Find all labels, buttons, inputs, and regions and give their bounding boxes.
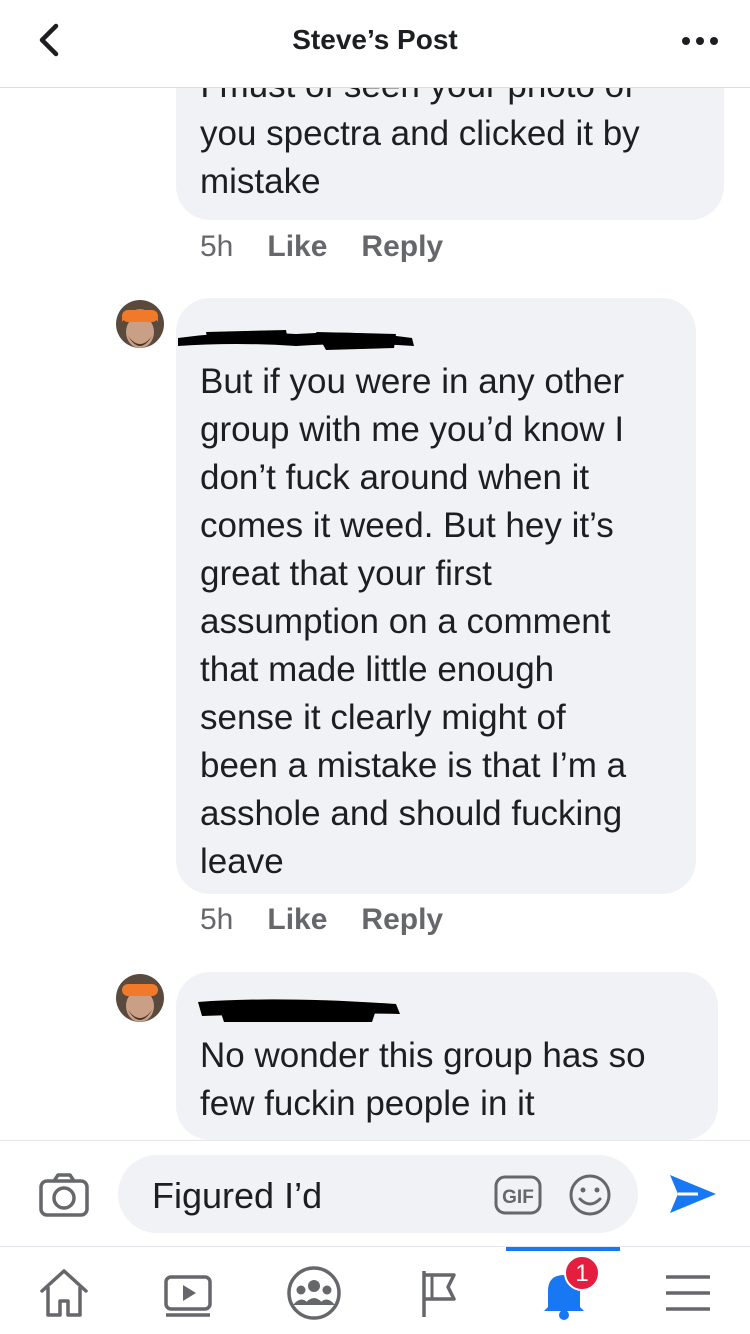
notification-badge: 1	[564, 1255, 600, 1291]
page-title: Steve’s Post	[292, 24, 458, 55]
comment-time: 5h	[200, 230, 234, 263]
gif-icon[interactable]: GIF	[494, 1175, 542, 1215]
comment-input[interactable]: Figured I’d GIF	[118, 1155, 638, 1233]
comment-input-value: Figured I’d	[152, 1175, 323, 1216]
send-icon[interactable]	[668, 1171, 718, 1217]
home-icon[interactable]	[34, 1265, 94, 1321]
comment-actions: 5h Like Reply	[200, 230, 443, 264]
redacted-name	[178, 330, 414, 350]
emoji-icon[interactable]	[568, 1173, 612, 1217]
menu-icon[interactable]	[658, 1265, 718, 1321]
comment-actions: 5h Like Reply	[200, 903, 443, 937]
comment-text: I must of seen your photo of you spectra…	[200, 88, 640, 201]
like-button[interactable]: Like	[267, 230, 327, 264]
comment-feed[interactable]: I must of seen your photo of you spectra…	[0, 88, 750, 1140]
active-tab-indicator	[506, 1247, 620, 1251]
bottom-nav: 1	[0, 1246, 750, 1334]
comment-bubble[interactable]: No wonder this group has so few fuckin p…	[176, 972, 718, 1140]
comment-bubble[interactable]: But if you were in any other group with …	[176, 298, 696, 894]
gif-label: GIF	[502, 1187, 534, 1208]
video-icon[interactable]	[158, 1265, 218, 1321]
pages-flag-icon[interactable]	[410, 1265, 470, 1321]
camera-icon[interactable]	[38, 1171, 90, 1219]
comment-bubble[interactable]: I must of seen your photo of you spectra…	[176, 88, 724, 220]
avatar[interactable]	[116, 300, 164, 348]
top-bar: Steve’s Post	[0, 0, 750, 88]
comment-time: 5h	[200, 903, 234, 936]
more-icon[interactable]	[680, 26, 720, 56]
groups-icon[interactable]	[284, 1265, 344, 1321]
reply-button[interactable]: Reply	[361, 903, 443, 937]
like-button[interactable]: Like	[267, 903, 327, 937]
comment-composer: Figured I’d GIF	[0, 1140, 750, 1246]
avatar[interactable]	[116, 974, 164, 1022]
comment-text: But if you were in any other group with …	[200, 362, 627, 881]
redacted-name	[198, 999, 400, 1022]
reply-button[interactable]: Reply	[361, 230, 443, 264]
